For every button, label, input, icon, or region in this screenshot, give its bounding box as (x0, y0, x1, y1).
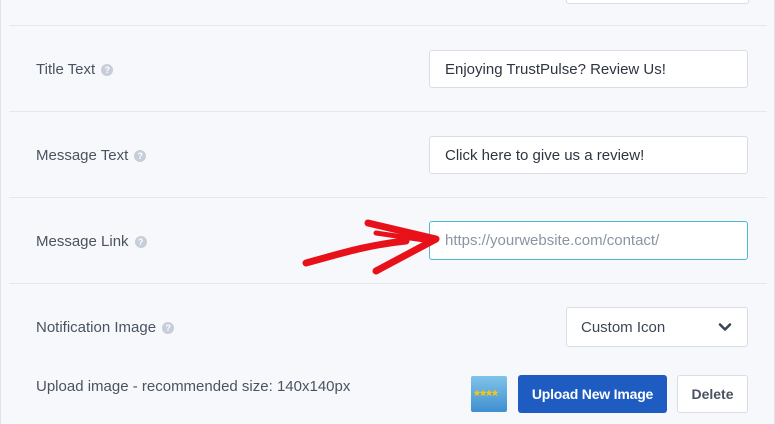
chevron-down-icon (718, 323, 732, 331)
message-text-label: Message Text ? (36, 147, 147, 164)
delete-image-button[interactable]: Delete (677, 375, 748, 413)
previous-field-stub (566, 0, 749, 4)
divider (9, 111, 767, 112)
select-value: Custom Icon (581, 318, 666, 336)
title-text-label: Title Text ? (36, 61, 114, 78)
help-icon[interactable]: ? (162, 321, 175, 334)
message-text-label-text: Message Text (36, 147, 129, 164)
settings-panel: Title Text ? Message Text ? Message Link… (0, 0, 775, 424)
upload-new-image-button[interactable]: Upload New Image (518, 375, 667, 413)
help-icon[interactable]: ? (101, 63, 114, 76)
message-text-input[interactable] (429, 136, 748, 174)
title-text-label-text: Title Text (36, 61, 96, 78)
notification-image-label-text: Notification Image (36, 319, 157, 336)
title-text-input[interactable] (429, 50, 748, 88)
message-link-input[interactable] (429, 221, 748, 260)
upload-hint: Upload image - recommended size: 140x140… (36, 378, 350, 395)
image-thumbnail (471, 376, 507, 412)
divider (9, 197, 767, 198)
help-icon[interactable]: ? (134, 235, 147, 248)
message-link-label: Message Link ? (36, 233, 147, 250)
annotation-arrow-icon (302, 219, 440, 275)
star-rating-icon (474, 389, 499, 397)
notification-image-label: Notification Image ? (36, 319, 175, 336)
divider (9, 25, 767, 26)
help-icon[interactable]: ? (134, 149, 147, 162)
upload-hint-text: Upload image - recommended size: 140x140… (36, 378, 351, 395)
notification-image-select[interactable]: Custom Icon (566, 307, 748, 347)
message-link-label-text: Message Link (36, 233, 129, 250)
